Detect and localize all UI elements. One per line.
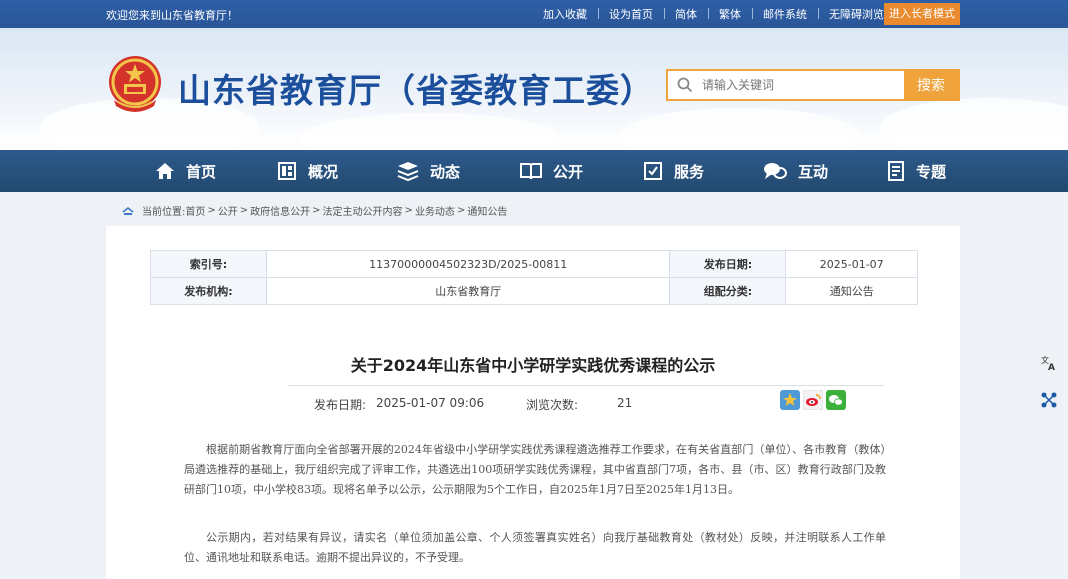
- qzone-share-icon[interactable]: [780, 390, 800, 410]
- views-value: 21: [617, 396, 633, 410]
- metadata-table: 索引号: 11370000004502323D/2025-00811 发布日期:…: [150, 250, 918, 305]
- search-input[interactable]: [702, 71, 904, 99]
- topic-icon: [888, 161, 904, 181]
- publisher-label: 发布机构:: [150, 277, 267, 305]
- wechat-share-icon[interactable]: [826, 390, 846, 410]
- nav-label: 服务: [674, 162, 705, 181]
- publisher-value: 山东省教育厅: [265, 277, 671, 305]
- views-label: 浏览次数:: [526, 398, 579, 412]
- nav-label: 专题: [916, 162, 947, 181]
- date-value: 2025-01-07: [785, 250, 918, 278]
- accessibility-tool-icon[interactable]: [1038, 389, 1060, 411]
- site-title: 山东省教育厅（省委教育工委）: [178, 71, 654, 110]
- breadcrumb: 当前位置: 首页 > 公开 > 政府信息公开 > 法定主动公开内容 > 业务动态 > 通知…: [122, 203, 507, 218]
- nav-label: 首页: [186, 162, 217, 181]
- weibo-share-icon[interactable]: [802, 389, 824, 411]
- elder-mode-button[interactable]: 进入长者模式: [884, 3, 960, 25]
- article-card: 索引号: 11370000004502323D/2025-00811 发布日期:…: [106, 226, 960, 579]
- top-links: 加入收藏 设为首页 简体 繁体 邮件系统 无障碍浏览: [532, 0, 895, 28]
- welcome-text: 欢迎您来到山东省教育厅！: [106, 9, 238, 22]
- publish-date-value: 2025-01-07 09:06: [376, 396, 485, 410]
- nav-item-open[interactable]: 公开: [519, 150, 583, 192]
- search-button[interactable]: 搜索: [904, 71, 958, 99]
- overview-icon: [278, 162, 296, 180]
- date-label: 发布日期:: [669, 250, 787, 278]
- breadcrumb-item[interactable]: 公开: [218, 203, 238, 218]
- open-book-icon: [520, 163, 542, 180]
- search-icon: [668, 71, 702, 99]
- nav-item-service[interactable]: 服务: [642, 150, 704, 192]
- breadcrumb-item[interactable]: 业务动态: [415, 203, 455, 218]
- nav-item-topic[interactable]: 专题: [886, 150, 946, 192]
- location-icon: [122, 206, 134, 215]
- nav-item-news[interactable]: 动态: [396, 150, 460, 192]
- breadcrumb-item[interactable]: 首页: [185, 203, 205, 218]
- article-title: 关于2024年山东省中小学研学实践优秀课程的公示: [350, 356, 716, 375]
- simplified-link[interactable]: 简体: [664, 6, 708, 22]
- traditional-link[interactable]: 繁体: [708, 6, 752, 22]
- news-icon: [397, 162, 419, 182]
- main-nav: 首页 概况 动态 公开 服务 互动 专题: [0, 150, 1068, 192]
- service-icon: [644, 162, 662, 180]
- translate-icon[interactable]: 文A: [1038, 352, 1060, 374]
- publish-date-label: 发布日期:: [314, 398, 367, 412]
- site-header: 山东省教育厅（省委教育工委） 搜索: [0, 28, 1068, 150]
- breadcrumb-prefix: 当前位置:: [142, 207, 186, 218]
- breadcrumb-item[interactable]: 政府信息公开: [250, 203, 310, 218]
- index-label: 索引号:: [150, 250, 267, 278]
- title-divider: [288, 385, 884, 386]
- breadcrumb-item[interactable]: 法定主动公开内容: [323, 203, 403, 218]
- index-value: 11370000004502323D/2025-00811: [265, 250, 671, 278]
- svg-text:A: A: [1048, 363, 1055, 372]
- nav-item-overview[interactable]: 概况: [276, 150, 338, 192]
- mail-system-link[interactable]: 邮件系统: [752, 6, 818, 22]
- nav-item-interact[interactable]: 互动: [762, 150, 828, 192]
- share-buttons: [780, 389, 846, 411]
- breadcrumb-item[interactable]: 通知公告: [467, 203, 507, 218]
- article-paragraph: 公示期内，若对结果有异议，请实名（单位须加盖公章、个人须签署真实姓名）向我厅基础…: [184, 531, 886, 564]
- top-bar: 欢迎您来到山东省教育厅！ 加入收藏 设为首页 简体 繁体 邮件系统 无障碍浏览 …: [0, 0, 1068, 28]
- chat-icon: [764, 163, 787, 179]
- national-emblem-icon: [109, 56, 161, 112]
- nav-label: 概况: [308, 162, 339, 181]
- category-label: 组配分类:: [669, 277, 787, 305]
- home-icon: [156, 163, 174, 179]
- search-box: 搜索: [666, 69, 960, 101]
- nav-label: 动态: [430, 162, 461, 181]
- nav-label: 互动: [798, 162, 829, 181]
- category-value: 通知公告: [785, 277, 918, 305]
- nav-item-home[interactable]: 首页: [154, 150, 216, 192]
- add-favorite-link[interactable]: 加入收藏: [532, 6, 598, 22]
- article-paragraph: 根据前期省教育厅面向全省部署开展的2024年省级中小学研学实践优秀课程遴选推荐工…: [184, 443, 886, 496]
- set-homepage-link[interactable]: 设为首页: [598, 6, 664, 22]
- nav-label: 公开: [553, 162, 584, 181]
